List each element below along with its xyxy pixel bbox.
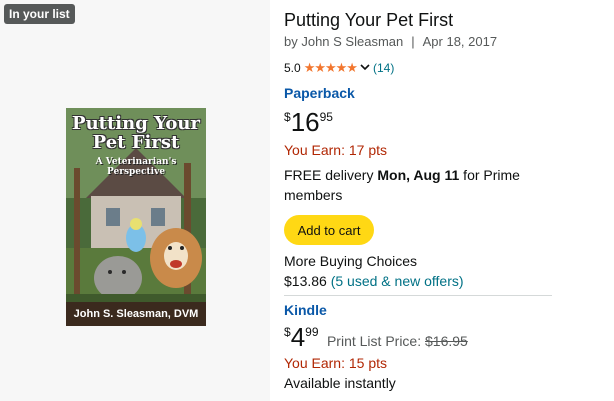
kindle-availability: Available instantly [284,375,396,391]
book-cover-image[interactable]: Putting Your Pet First A Veterinarian's … [66,108,206,326]
offers-link[interactable]: (5 used & new offers) [331,273,464,289]
cover-subtitle: A Veterinarian's Perspective [95,157,177,177]
price-whole: 16 [290,107,320,137]
print-list-price-value: $16.95 [425,333,468,349]
star-rating-icon[interactable]: ★★★★★ [304,60,358,76]
used-price: $13.86 [284,273,327,289]
author-label: by John S Sleasman [284,34,404,49]
price-fraction: 95 [319,110,333,124]
byline-separator: | [411,34,415,49]
kindle-earn-points: You Earn: 15 pts [284,355,388,371]
in-your-list-badge: In your list [4,4,75,24]
chevron-down-icon[interactable] [360,63,370,74]
kindle-price-whole: 4 [290,322,306,352]
delivery-message: FREE delivery Mon, Aug 11 for Prime memb… [284,165,544,205]
more-buying-choices-label: More Buying Choices [284,253,418,269]
more-buying-choices-row: $13.86 (5 used & new offers) [284,273,464,289]
byline: by John S Sleasman | Apr 18, 2017 [284,34,497,49]
cover-author: John S. Sleasman, DVM [66,302,206,326]
kindle-price: $499 Print List Price: $16.95 [284,323,468,351]
kindle-price-currency: $ [284,325,291,339]
delivery-date: Mon, Aug 11 [377,167,460,183]
publication-date: Apr 18, 2017 [422,34,498,49]
image-panel: In your list Putting Your Pet First A Ve… [0,0,270,401]
format-kindle-link[interactable]: Kindle [284,302,327,318]
rating-value: 5.0 [284,61,301,75]
price-currency: $ [284,110,291,124]
print-list-price: Print List Price: $16.95 [327,333,468,349]
product-title[interactable]: Putting Your Pet First [284,10,453,31]
rating-row: 5.0 ★★★★★ (14) [284,60,394,76]
delivery-prefix: FREE delivery [284,167,378,183]
paperback-earn-points: You Earn: 17 pts [284,142,388,158]
add-to-cart-button[interactable]: Add to cart [284,215,374,245]
cover-title: Putting Your Pet First [72,113,200,153]
rating-count-link[interactable]: (14) [373,61,394,75]
paperback-price: $1695 [284,108,333,136]
format-paperback-link[interactable]: Paperback [284,85,355,101]
kindle-price-fraction: 99 [305,325,319,339]
print-list-price-label: Print List Price: [326,333,422,349]
divider [284,295,552,296]
